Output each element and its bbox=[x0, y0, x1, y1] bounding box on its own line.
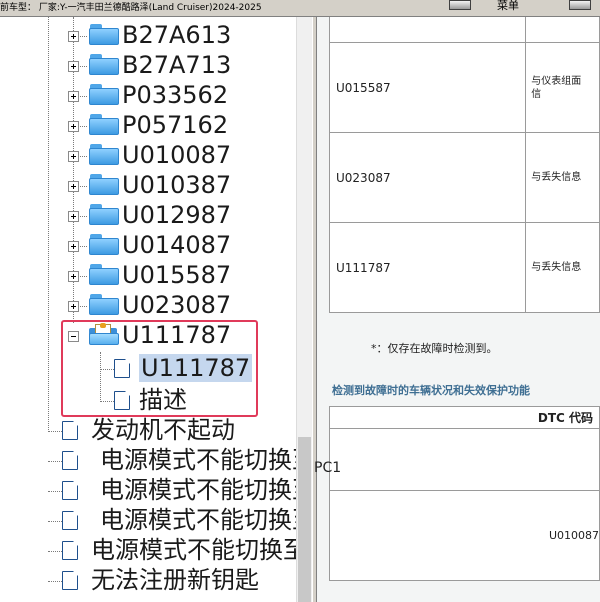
overflow-text: PC1 bbox=[314, 460, 342, 476]
document-icon bbox=[62, 421, 78, 440]
tree-leaf[interactable]: 无法注册新钥匙 bbox=[0, 565, 296, 595]
tree-guide bbox=[48, 581, 62, 582]
tree-leaf[interactable]: 电源模式不能切换至 bbox=[0, 535, 296, 565]
dtc-desc-cell bbox=[525, 17, 600, 43]
dtc-condition-table: DTC 代码 U010087 bbox=[329, 406, 600, 581]
dtc-desc-cell: 与丢失信息 bbox=[525, 222, 600, 313]
tree-leaf[interactable]: 电源模式不能切换至 bbox=[0, 505, 296, 535]
document-icon bbox=[62, 451, 78, 470]
folder-icon bbox=[89, 114, 119, 135]
tree-guide bbox=[48, 491, 62, 492]
expand-icon[interactable] bbox=[68, 241, 79, 252]
table-row: U015587 与仪表组面 信 bbox=[328, 42, 600, 133]
tree-node-label: U015587 bbox=[122, 261, 232, 289]
dtc-code-cell: U015587 bbox=[328, 42, 527, 133]
tree-node[interactable]: P033562 bbox=[0, 80, 296, 110]
content-pane: U015587 与仪表组面 信 U023087 与丢失信息 U111787 与丢… bbox=[317, 17, 600, 602]
tree-node-label: 发动机不起动 bbox=[91, 416, 235, 444]
tree-node[interactable]: U014087 bbox=[0, 230, 296, 260]
tree-node[interactable]: U023087 bbox=[0, 290, 296, 320]
diagnostic-tree: B27A613 B27A713 P033562 P057162 U010087 U0103… bbox=[0, 17, 296, 602]
expand-icon[interactable] bbox=[68, 301, 79, 312]
dtc-code-cell: U111787 bbox=[328, 222, 527, 313]
folder-icon bbox=[89, 204, 119, 225]
table-row bbox=[329, 428, 600, 491]
table-row: U023087 与丢失信息 bbox=[328, 132, 600, 223]
highlight-annotation-box bbox=[61, 320, 258, 417]
tree-leaf[interactable]: 电源模式不能切换至 bbox=[0, 445, 296, 475]
tree-node-label: B27A613 bbox=[122, 21, 232, 49]
next-tool-icon[interactable] bbox=[569, 0, 591, 10]
table-row: U111787 与丢失信息 bbox=[328, 222, 600, 313]
tree-node-label: P057162 bbox=[122, 111, 229, 139]
folder-icon bbox=[89, 264, 119, 285]
tree-node[interactable]: U010387 bbox=[0, 170, 296, 200]
footnote: *：仅存在故障时检测到。 bbox=[371, 342, 498, 355]
tree-leaf[interactable]: 发动机不起动 bbox=[0, 415, 296, 445]
vehicle-info: 前车型： 厂家:Y-一汽丰田兰德酷路泽(Land Cruiser)2024-20… bbox=[0, 3, 262, 13]
folder-icon bbox=[89, 294, 119, 315]
tree-node[interactable]: P057162 bbox=[0, 110, 296, 140]
folder-icon bbox=[89, 84, 119, 105]
tree-node-label: U014087 bbox=[122, 231, 232, 259]
document-icon bbox=[62, 571, 78, 590]
tree-guide bbox=[48, 521, 62, 522]
expand-icon[interactable] bbox=[68, 151, 79, 162]
dtc-table: U015587 与仪表组面 信 U023087 与丢失信息 U111787 与丢… bbox=[328, 17, 600, 313]
tree-node-label: U010387 bbox=[122, 171, 232, 199]
expand-icon[interactable] bbox=[68, 121, 79, 132]
expand-icon[interactable] bbox=[68, 211, 79, 222]
folder-icon bbox=[89, 234, 119, 255]
table-cell: U010087 bbox=[329, 490, 600, 581]
menu-tool-icon[interactable] bbox=[449, 0, 471, 10]
table-row: U010087 bbox=[329, 490, 600, 581]
tree-guide bbox=[48, 461, 62, 462]
document-icon bbox=[62, 511, 78, 530]
scrollbar-thumb[interactable] bbox=[298, 437, 311, 602]
dtc-code-cell: U023087 bbox=[328, 132, 527, 223]
dtc-desc-cell: 与仪表组面 信 bbox=[525, 42, 600, 133]
tree-guide bbox=[48, 431, 62, 432]
tree-node[interactable]: U012987 bbox=[0, 200, 296, 230]
tree-node[interactable]: U010087 bbox=[0, 140, 296, 170]
tree-node-label: U010087 bbox=[122, 141, 232, 169]
tree-node-label: P033562 bbox=[122, 81, 229, 109]
tree-node-label: B27A713 bbox=[122, 51, 232, 79]
tree-node-label: 电源模式不能切换至 bbox=[100, 476, 296, 504]
expand-icon[interactable] bbox=[68, 31, 79, 42]
tree-node-label: 无法注册新钥匙 bbox=[91, 566, 259, 594]
tree-scrollbar[interactable] bbox=[296, 17, 312, 602]
dtc-code-cell bbox=[328, 17, 527, 43]
tree-node[interactable]: U015587 bbox=[0, 260, 296, 290]
table-row bbox=[328, 17, 600, 43]
table-header: DTC 代码 bbox=[329, 406, 600, 429]
expand-icon[interactable] bbox=[68, 181, 79, 192]
folder-icon bbox=[89, 24, 119, 45]
folder-icon bbox=[89, 144, 119, 165]
menu-tool-label[interactable]: 菜单 bbox=[497, 0, 519, 12]
expand-icon[interactable] bbox=[68, 271, 79, 282]
tree-node-label: U012987 bbox=[122, 201, 232, 229]
tree-leaf[interactable]: 电源模式不能切换至 bbox=[0, 475, 296, 505]
tree-node-label: 电源模式不能切换至 bbox=[100, 506, 296, 534]
tree-node[interactable]: B27A713 bbox=[0, 50, 296, 80]
top-toolbar: 前车型： 厂家:Y-一汽丰田兰德酷路泽(Land Cruiser)2024-20… bbox=[0, 0, 600, 17]
table-row: DTC 代码 bbox=[329, 406, 600, 429]
tree-node-label: 电源模式不能切换至 bbox=[100, 446, 296, 474]
document-icon bbox=[62, 541, 78, 560]
folder-icon bbox=[89, 174, 119, 195]
expand-icon[interactable] bbox=[68, 91, 79, 102]
table-cell bbox=[329, 428, 600, 491]
tree-node-label: 电源模式不能切换至 bbox=[91, 536, 296, 564]
tree-node[interactable]: B27A613 bbox=[0, 20, 296, 50]
document-icon bbox=[62, 481, 78, 500]
dtc-desc-cell: 与丢失信息 bbox=[525, 132, 600, 223]
folder-icon bbox=[89, 54, 119, 75]
section-title: 检测到故障时的车辆状况和失效保护功能 bbox=[332, 384, 530, 397]
tree-guide bbox=[48, 551, 62, 552]
expand-icon[interactable] bbox=[68, 61, 79, 72]
tree-node-label: U023087 bbox=[122, 291, 232, 319]
